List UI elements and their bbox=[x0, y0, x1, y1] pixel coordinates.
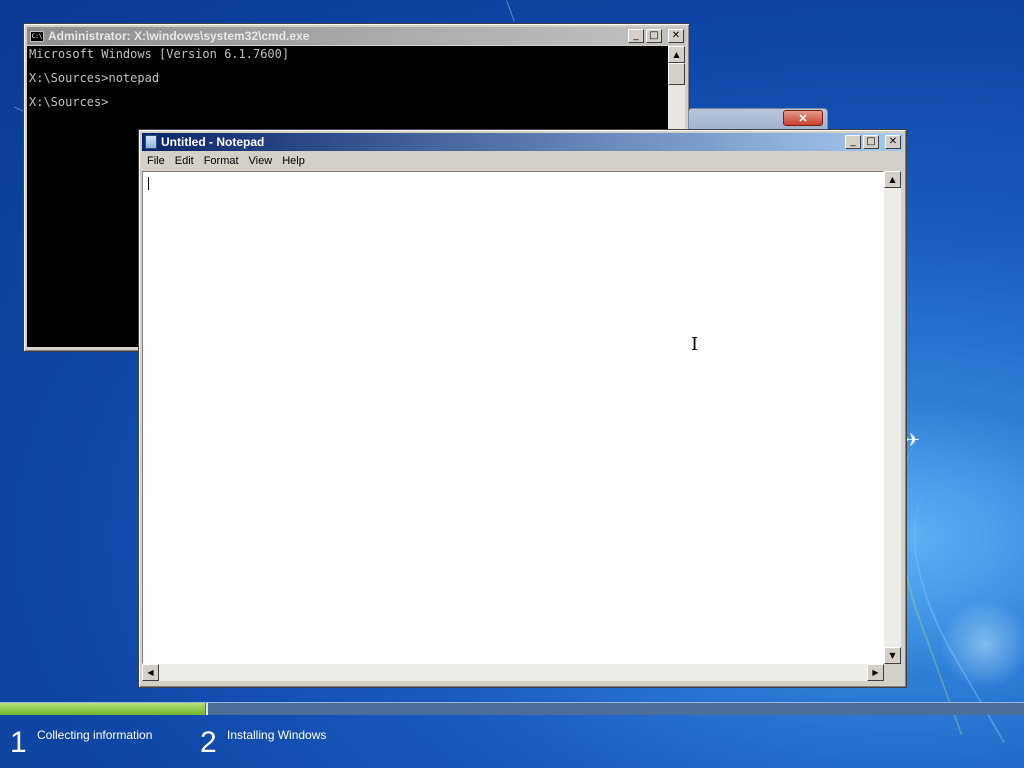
notepad-scroll-right-button[interactable]: ▶ bbox=[867, 664, 884, 681]
notepad-minimize-button[interactable]: _ bbox=[845, 135, 861, 149]
notepad-text-area[interactable] bbox=[142, 171, 884, 664]
cmd-scroll-up-button[interactable]: ▲ bbox=[668, 46, 685, 63]
command-prompt-icon: C:\ bbox=[30, 30, 44, 42]
setup-progress-bar bbox=[0, 702, 1024, 715]
console-line: Microsoft Windows [Version 6.1.7600] bbox=[29, 47, 290, 61]
text-caret bbox=[148, 177, 149, 190]
notepad-close-button[interactable]: ✕ bbox=[885, 135, 901, 149]
size-grip[interactable] bbox=[884, 664, 901, 681]
cmd-maximize-button[interactable]: □ bbox=[646, 29, 662, 43]
menu-file[interactable]: File bbox=[142, 155, 170, 167]
notepad-icon bbox=[145, 135, 157, 149]
cmd-minimize-button[interactable]: _ bbox=[628, 29, 644, 43]
step-label: Collecting information bbox=[37, 728, 153, 742]
menu-edit[interactable]: Edit bbox=[170, 155, 199, 167]
cmd-title: Administrator: X:\windows\system32\cmd.e… bbox=[48, 29, 310, 43]
notepad-title: Untitled - Notepad bbox=[161, 135, 265, 149]
notepad-titlebar[interactable]: Untitled - Notepad _ □ ✕ bbox=[142, 133, 903, 151]
notepad-horizontal-scrollbar[interactable]: ◀ ▶ bbox=[142, 664, 884, 681]
cmd-scroll-thumb[interactable] bbox=[668, 63, 685, 85]
background-glow bbox=[940, 600, 1024, 690]
bird-icon: ✈ bbox=[905, 430, 921, 450]
notepad-scroll-down-button[interactable]: ▼ bbox=[884, 647, 901, 664]
cmd-close-button[interactable]: ✕ bbox=[668, 29, 684, 43]
background-streak bbox=[506, 0, 515, 22]
background-dialog[interactable]: ✕ bbox=[688, 108, 828, 131]
background-dialog-close-button[interactable]: ✕ bbox=[783, 110, 823, 126]
notepad-menubar: File Edit Format View Help bbox=[142, 152, 903, 170]
progress-step-divider bbox=[206, 703, 208, 715]
cmd-titlebar[interactable]: C:\ Administrator: X:\windows\system32\c… bbox=[27, 27, 686, 45]
console-line: X:\Sources>notepad bbox=[29, 71, 160, 85]
step-number: 2 bbox=[200, 726, 217, 759]
notepad-window[interactable]: Untitled - Notepad _ □ ✕ File Edit Forma… bbox=[138, 129, 907, 688]
step-label: Installing Windows bbox=[227, 728, 327, 742]
menu-help[interactable]: Help bbox=[277, 155, 310, 167]
notepad-vertical-scrollbar[interactable]: ▲ ▼ bbox=[884, 171, 901, 664]
menu-format[interactable]: Format bbox=[199, 155, 244, 167]
menu-view[interactable]: View bbox=[244, 155, 278, 167]
notepad-scroll-left-button[interactable]: ◀ bbox=[142, 664, 159, 681]
notepad-maximize-button[interactable]: □ bbox=[863, 135, 879, 149]
setup-progress-fill bbox=[0, 703, 205, 715]
text-cursor-icon: I bbox=[691, 334, 699, 355]
step-number: 1 bbox=[10, 726, 27, 759]
console-line: X:\Sources> bbox=[29, 95, 109, 109]
notepad-scroll-up-button[interactable]: ▲ bbox=[884, 171, 901, 188]
